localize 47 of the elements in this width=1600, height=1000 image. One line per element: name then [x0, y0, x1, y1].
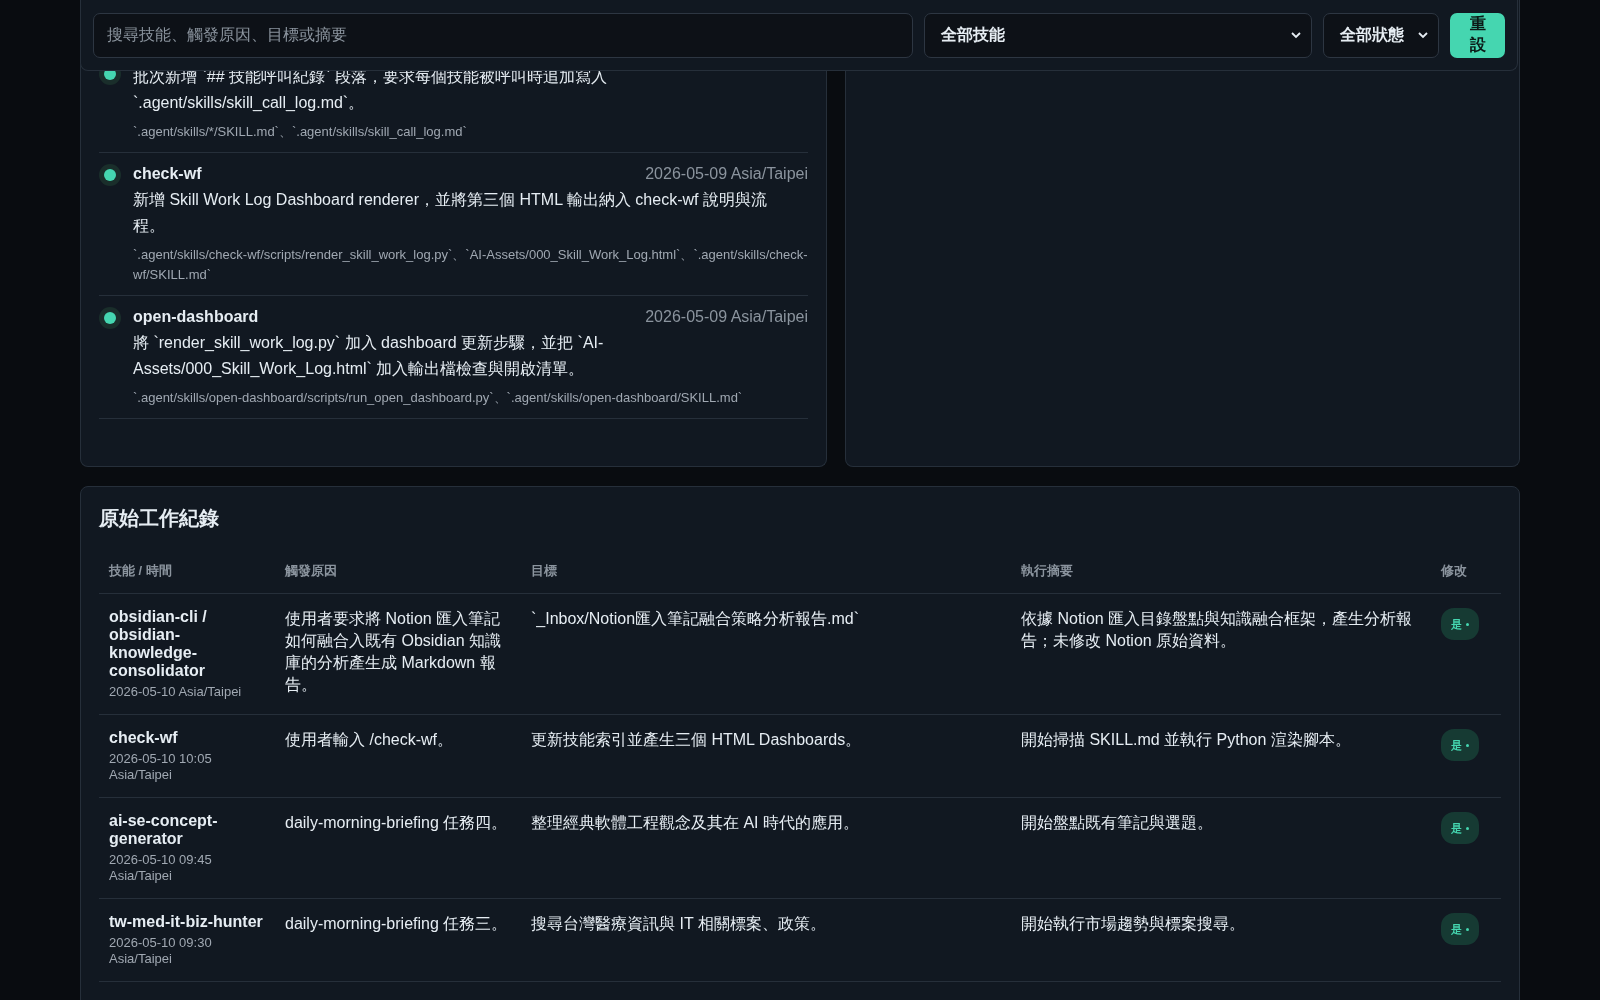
status-dot	[99, 164, 121, 186]
column-header: 執行摘要	[1011, 554, 1431, 594]
chevron-icon	[1418, 31, 1428, 39]
skill-name: check-wf	[133, 165, 202, 183]
skill-dropdown[interactable]: 全部技能	[924, 12, 1312, 58]
column-header: 技能 / 時間	[99, 554, 275, 594]
summary-text: 開始執行市場趨勢與標案搜尋。	[1021, 914, 1246, 934]
skill-name: obsidian-cli / obsidian-knowledge-consolidator	[109, 608, 208, 680]
column-header: 目標	[521, 554, 1011, 594]
trigger-text: 使用者要求將 Notion 匯入筆記如何融合入既有 Obsidian 知識庫的分析產生成 Markdown 報告。	[285, 609, 503, 695]
file-list: `.agent/skills/open-dashboard/scripts/run_open_dashboard.py`、`.agent/skills/open-dashboard/SKILL.md`	[133, 388, 808, 408]
column-header: 修改	[1431, 554, 1501, 594]
entry-description: 新增 Skill Work Log Dashboard renderer，並將第三個 HTML 輸出納入 check-wf 說明與流程。	[133, 190, 768, 236]
skill-name: open-dashboard	[133, 308, 259, 326]
summary-text: 開始盤點既有筆記與選題。	[1021, 813, 1214, 833]
entry-time: 2026-05-10 09:30 Asia/Taipei	[109, 935, 213, 967]
skill-name: ai-se-concept-generator	[109, 812, 219, 848]
summary-text: 依據 Notion 匯入目錄盤點與知識融合框架，產生分析報告；未修改 Notion 原始資料。	[1021, 609, 1414, 651]
trigger-text: daily-morning-briefing 任務三。	[285, 914, 509, 934]
goal-text: 整理經典軟體工程觀念及其在 AI 時代的應用。	[531, 813, 860, 833]
skill-name: tw-med-it-biz-hunter	[109, 913, 264, 931]
goal-text: 搜尋台灣醫療資訊與 IT 相關標案、政策。	[531, 914, 827, 934]
chevron-icon	[1291, 31, 1301, 39]
entry-date: 2026-05-09 Asia/Taipei	[645, 165, 808, 183]
reset-button[interactable]: 重設	[1450, 12, 1505, 58]
column-header: 觸發原因	[275, 554, 521, 594]
skill-name: check-wf	[109, 729, 179, 747]
goal-text: 更新技能索引並產生三個 HTML Dashboards。	[531, 730, 863, 750]
goal-text: `_Inbox/Notion匯入筆記融合策略分析報告.md`	[531, 609, 861, 629]
modified-badge: 是	[1441, 913, 1479, 945]
entry-time: 2026-05-10 10:05 Asia/Taipei	[109, 751, 213, 783]
search-field[interactable]: 搜尋技能、觸發原因、目標或摘要	[93, 12, 913, 58]
trigger-text: daily-morning-briefing 任務四。	[285, 813, 509, 833]
modified-badge: 是	[1441, 729, 1479, 761]
file-list: `.agent/skills/*/SKILL.md`、`.agent/skills/skill_call_log.md`	[133, 122, 808, 142]
entry-date: 2026-05-09 Asia/Taipei	[645, 308, 808, 326]
modified-badge: 是	[1441, 812, 1479, 844]
modified-badge: 是	[1441, 608, 1479, 640]
file-list: `.agent/skills/check-wf/scripts/render_skill_work_log.py`、`AI-Assets/000_Skill_Work_Log.html`、`.agent/skills/check-wf/SKILL.md`	[133, 245, 808, 285]
status-dot	[99, 307, 121, 329]
entry-description: 將 `render_skill_work_log.py` 加入 dashboard 更新步驟，並把 `AI-Assets/000_Skill_Work_Log.html` 加入輸出檔檢查與開啟清單。	[133, 333, 605, 379]
trigger-text: 使用者輸入 /check-wf。	[285, 730, 454, 750]
entry-time: 2026-05-10 Asia/Taipei	[109, 684, 243, 700]
entry-time: 2026-05-10 09:45 Asia/Taipei	[109, 852, 213, 884]
summary-text: 開始掃描 SKILL.md 並執行 Python 渲染腳本。	[1021, 730, 1352, 750]
section-title: 原始工作紀錄	[99, 506, 220, 531]
status-dropdown[interactable]: 全部狀態	[1323, 12, 1439, 58]
